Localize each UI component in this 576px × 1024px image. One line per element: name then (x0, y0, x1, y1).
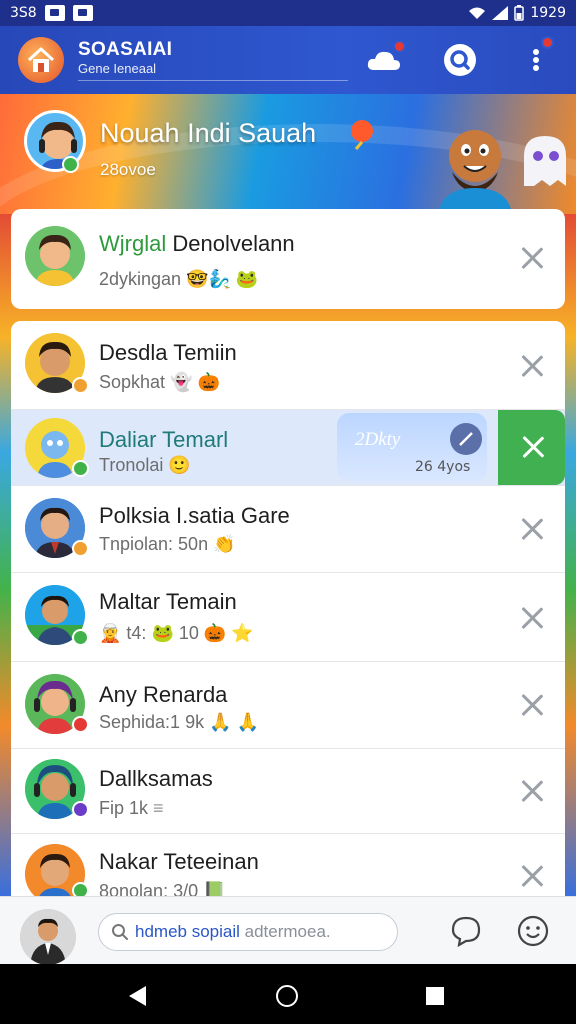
system-nav-bar (0, 964, 576, 1024)
presence-badge (72, 377, 89, 394)
contact-status: 8onolan: 3/0 📗 (99, 881, 226, 896)
dismiss-button[interactable] (519, 778, 545, 804)
recents-icon[interactable] (425, 986, 445, 1006)
contact-status: Sephida:1 9k 🙏 🙏 (99, 712, 259, 732)
contact-name: Wjrglal Denolvelann (99, 231, 295, 256)
contact-name: Any Renarda (99, 682, 228, 707)
search-profile-button[interactable] (442, 42, 478, 78)
list-item[interactable]: Polksia I.satia Gare Tnpiolan: 50n 👏 (11, 486, 565, 573)
hero-banner: Nouah Indi Sauah 28ovoe (0, 94, 576, 214)
swipe-dismiss-button[interactable] (498, 410, 565, 485)
swipe-preview-chip[interactable]: 2Dkty 26 4yos (337, 413, 487, 481)
list-item[interactable]: Maltar Temain 🧝 t4: 🐸 10 🎃 ⭐ (11, 573, 565, 662)
battery-icon (514, 5, 525, 21)
search-icon (112, 924, 128, 940)
contact-status: 🧝 t4: 🐸 10 🎃 ⭐ (99, 623, 254, 643)
app-header: SOASAIAI Gene Ieneaal (0, 26, 576, 94)
cloud-notification-button[interactable] (366, 40, 406, 78)
presence-badge (72, 540, 89, 557)
home-logo-icon[interactable] (18, 37, 64, 83)
more-menu-button[interactable] (518, 36, 554, 78)
status-time: 3S8 (10, 5, 37, 21)
list-item[interactable]: Any Renarda Sephida:1 9k 🙏 🙏 (11, 662, 565, 749)
presence-badge (72, 882, 89, 896)
ghost-character-icon (524, 136, 566, 186)
presence-badge (72, 629, 89, 646)
edit-icon[interactable] (449, 422, 483, 456)
badge-dot (393, 40, 406, 53)
more-vert-icon (533, 49, 539, 71)
contact-name: Maltar Temain (99, 589, 237, 614)
chip-label: 2Dkty (355, 429, 401, 450)
search-placeholder: hdmeb sopiail adtermoea. (135, 922, 331, 941)
contact-name: Polksia I.satia Gare (99, 503, 290, 528)
back-icon[interactable] (126, 984, 148, 1008)
chat-bubble-icon[interactable] (450, 915, 482, 947)
presence-badge (72, 460, 89, 477)
dismiss-button[interactable] (519, 516, 545, 542)
mascot-character-icon (438, 130, 512, 214)
chip-time: 26 4yos (415, 459, 471, 475)
contact-status: Fip 1k ≡ (99, 798, 164, 818)
wifi-icon (469, 7, 486, 19)
contact-status: Tronolai 🙂 (99, 455, 191, 475)
badge-dot (541, 36, 554, 49)
list-item[interactable]: Desdla Temiin Sopkhat 👻 🎃 (11, 321, 565, 410)
brand: SOASAIAI Gene Ieneaal (78, 39, 348, 81)
my-avatar[interactable] (20, 909, 76, 965)
dismiss-button[interactable] (519, 605, 545, 631)
presence-badge (72, 801, 89, 818)
contact-status: Tnpiolan: 50n 👏 (99, 534, 236, 554)
status-clock: 1929 (530, 5, 566, 21)
dismiss-button[interactable] (519, 245, 545, 271)
smiley-icon[interactable] (517, 915, 549, 947)
list-item[interactable]: Dallksamas Fip 1k ≡ (11, 749, 565, 834)
contact-status: 2dykingan 🤓🧞‍♂️ 🐸 (99, 269, 259, 289)
featured-contact-card[interactable]: Wjrglal Denolvelann 2dykingan 🤓🧞‍♂️ 🐸 (11, 209, 565, 309)
contact-name: Desdla Temiin (99, 340, 237, 365)
search-circle-icon (444, 44, 476, 76)
home-icon[interactable] (275, 984, 299, 1008)
avatar (25, 226, 85, 286)
bottom-bar: hdmeb sopiail adtermoea. (0, 896, 576, 965)
balloon-icon (351, 120, 373, 150)
list-item[interactable]: Nakar Teteeinan 8onolan: 3/0 📗 (11, 834, 565, 896)
signal-icon (492, 6, 509, 20)
contact-name: Dallksamas (99, 766, 213, 791)
dismiss-button[interactable] (519, 692, 545, 718)
hero-subtitle: 28ovoe (100, 160, 156, 179)
close-icon (520, 434, 546, 460)
contact-name: Daliar Temarl (99, 427, 229, 452)
app-subtitle: Gene Ieneaal (78, 61, 348, 81)
search-input[interactable]: hdmeb sopiail adtermoea. (98, 913, 398, 951)
contact-status: Sopkhat 👻 🎃 (99, 372, 220, 392)
online-badge (62, 156, 79, 173)
notification-icon (44, 5, 65, 21)
dismiss-button[interactable] (519, 863, 545, 889)
status-bar: 3S8 1929 (0, 0, 576, 26)
app-title: SOASAIAI (78, 39, 173, 60)
contact-name: Nakar Teteeinan (99, 849, 259, 874)
presence-badge (72, 716, 89, 733)
app-notification-icon (72, 5, 93, 21)
dismiss-button[interactable] (519, 353, 545, 379)
hero-title: Nouah Indi Sauah (100, 118, 317, 148)
